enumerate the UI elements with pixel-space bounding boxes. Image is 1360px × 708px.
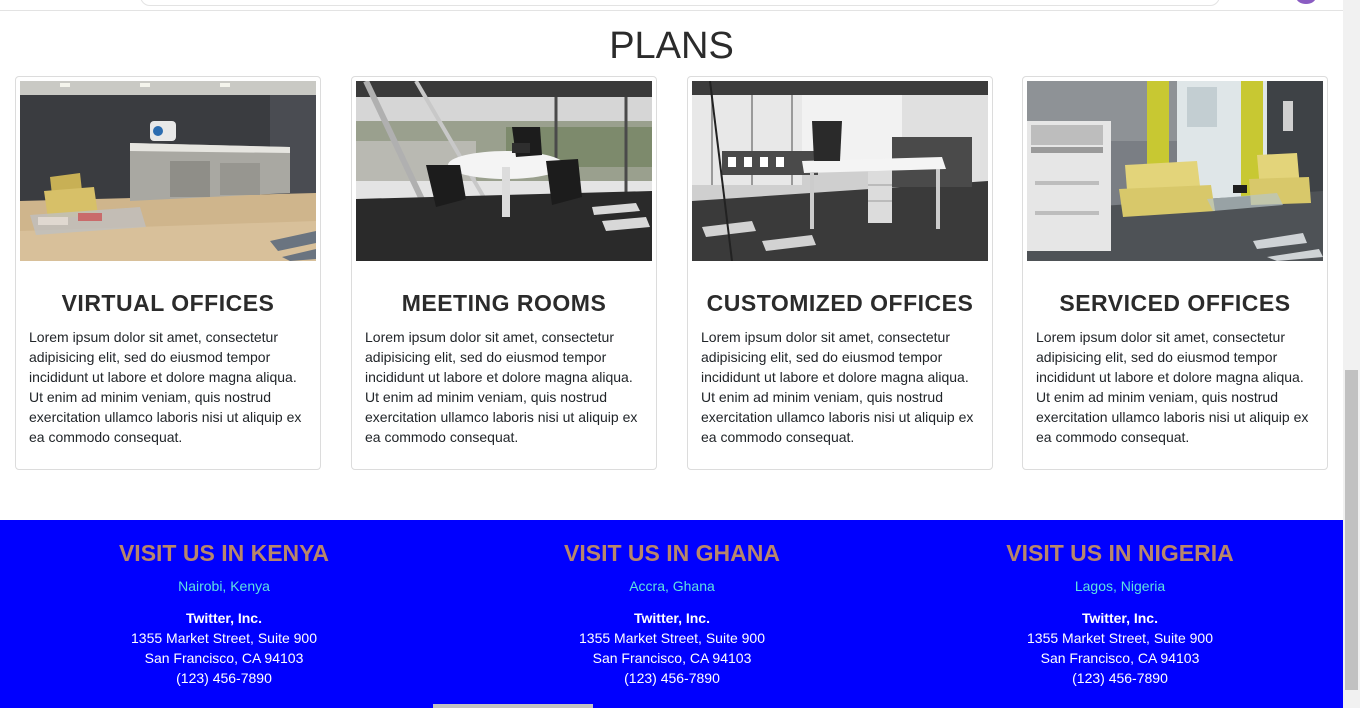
plan-card-meeting-rooms: MEETING ROOMS Lorem ipsum dolor sit amet… [351,76,657,470]
location-city: Nairobi, Kenya [178,578,270,594]
profile-avatar[interactable] [1296,0,1316,4]
vertical-scrollbar[interactable] [1343,0,1360,708]
plan-card-serviced-offices: SERVICED OFFICES Lorem ipsum dolor sit a… [1022,76,1328,470]
horizontal-scroll-indicator[interactable] [433,704,593,708]
address-locality: San Francisco, CA 94103 [592,650,752,666]
plan-description: Lorem ipsum dolor sit amet, consectetur … [701,329,974,445]
location-address: Twitter, Inc. 1355 Market Street, Suite … [896,608,1344,688]
location-city: Accra, Ghana [629,578,715,594]
address-street: 1355 Market Street, Suite 900 [131,630,317,646]
address-phone: (123) 456-7890 [624,670,720,686]
plan-title: CUSTOMIZED OFFICES [706,290,974,316]
address-company: Twitter, Inc. [186,610,262,626]
address-street: 1355 Market Street, Suite 900 [1027,630,1213,646]
footer-locations: VISIT US IN KENYA Nairobi, Kenya Twitter… [0,520,1343,708]
location-address: Twitter, Inc. 1355 Market Street, Suite … [448,608,896,688]
address-locality: San Francisco, CA 94103 [1040,650,1200,666]
plan-title: MEETING ROOMS [401,290,607,316]
plan-title: VIRTUAL OFFICES [61,290,275,316]
location-title: VISIT US IN GHANA [564,540,780,566]
address-phone: (123) 456-7890 [1072,670,1168,686]
address-company: Twitter, Inc. [634,610,710,626]
plan-description: Lorem ipsum dolor sit amet, consectetur … [29,329,302,445]
plan-description: Lorem ipsum dolor sit amet, consectetur … [1036,329,1309,445]
address-locality: San Francisco, CA 94103 [144,650,304,666]
address-street: 1355 Market Street, Suite 900 [579,630,765,646]
location-column-kenya: VISIT US IN KENYA Nairobi, Kenya Twitter… [0,520,448,688]
location-title: VISIT US IN NIGERIA [1006,540,1234,566]
address-phone: (123) 456-7890 [176,670,272,686]
address-bar[interactable] [140,0,1220,6]
location-column-nigeria: VISIT US IN NIGERIA Lagos, Nigeria Twitt… [896,520,1344,688]
location-column-ghana: VISIT US IN GHANA Accra, Ghana Twitter, … [448,520,896,688]
plan-description: Lorem ipsum dolor sit amet, consectetur … [365,329,638,445]
plan-photo-lounge [1027,81,1323,261]
address-company: Twitter, Inc. [1082,610,1158,626]
location-title: VISIT US IN KENYA [118,540,330,566]
section-title: PLANS [609,25,734,67]
plan-card-customized-offices: CUSTOMIZED OFFICES Lorem ipsum dolor sit… [687,76,993,470]
plan-card-virtual-offices: VIRTUAL OFFICES Lorem ipsum dolor sit am… [15,76,321,470]
plan-photo-reception [20,81,316,261]
plan-photo-meeting-room [356,81,652,261]
browser-top-edge [0,0,1343,11]
plan-title: SERVICED OFFICES [1059,290,1291,316]
location-address: Twitter, Inc. 1355 Market Street, Suite … [0,608,448,688]
plan-photo-office-desk [692,81,988,261]
location-city: Lagos, Nigeria [1074,578,1166,594]
scrollbar-thumb[interactable] [1345,370,1358,690]
